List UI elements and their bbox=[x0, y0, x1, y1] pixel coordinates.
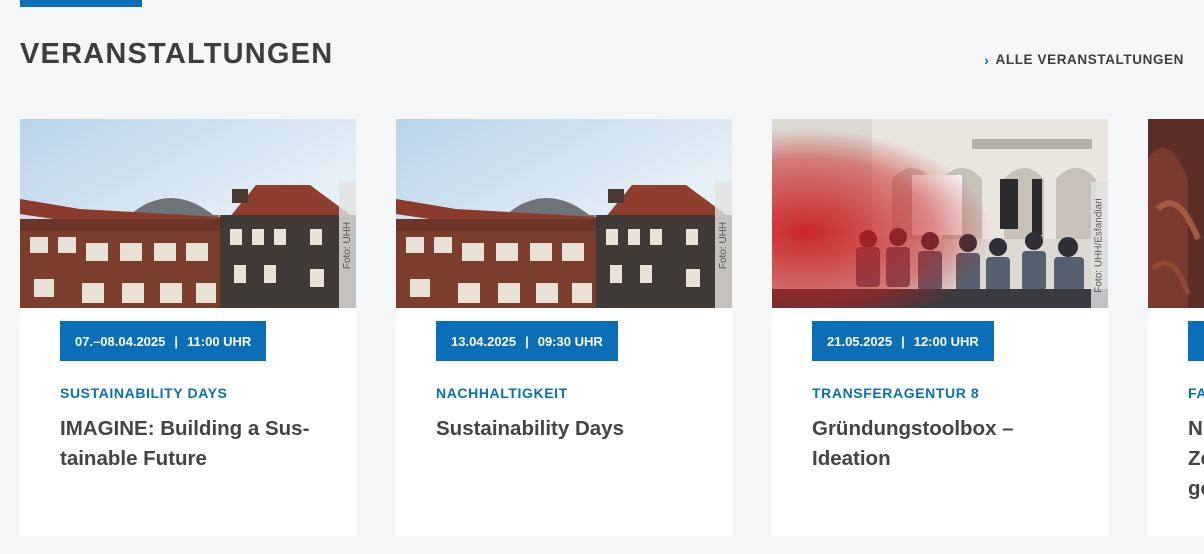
all-events-link-label: ALLE VERANSTALTUNGEN bbox=[995, 52, 1184, 67]
event-date: 21.05.2025 bbox=[827, 333, 893, 349]
event-time: 11:00 UHR bbox=[187, 333, 252, 349]
event-title[interactable]: Gründungstoolbox – Ideation bbox=[812, 414, 1072, 474]
event-date-badge: 21.05.2025 | 12:00 UHR bbox=[812, 321, 994, 361]
separator: | bbox=[901, 333, 905, 349]
event-date-badge bbox=[1188, 321, 1204, 361]
event-image: Foto: UHH bbox=[20, 119, 356, 308]
photo-credit: Foto: UHH bbox=[715, 182, 732, 308]
event-category: TRANSFERAGENTUR 8 bbox=[812, 385, 980, 401]
event-date-badge: 13.04.2025 | 09:30 UHR bbox=[436, 321, 618, 361]
event-image: Foto: UHH/Esfandiari bbox=[772, 119, 1108, 308]
event-card[interactable]: FA N Ze ge bbox=[1148, 119, 1204, 536]
event-image: Foto: UHH bbox=[396, 119, 732, 308]
separator: | bbox=[525, 333, 529, 349]
event-date-badge: 07.–08.04.2025 | 11:00 UHR bbox=[60, 321, 267, 361]
event-time: 09:30 UHR bbox=[537, 333, 603, 349]
section-title: VERANSTALTUNGEN bbox=[20, 38, 334, 70]
event-image bbox=[1148, 119, 1204, 308]
all-events-link[interactable]: › ALLE VERANSTALTUNGEN bbox=[984, 52, 1184, 67]
event-card[interactable]: Foto: UHH 13.04.2025 | 09:30 UHR NACHHAL… bbox=[396, 119, 732, 536]
event-card[interactable]: Foto: UHH/Esfandiari 21.05.2025 | 12:00 … bbox=[772, 119, 1108, 536]
section-accent-bar bbox=[20, 0, 142, 7]
event-time: 12:00 UHR bbox=[913, 333, 979, 349]
event-carousel: Foto: UHH 07.–08.04.2025 | 11:00 UHR SUS… bbox=[20, 119, 1204, 536]
event-category: NACHHALTIGKEIT bbox=[436, 385, 568, 401]
event-card[interactable]: Foto: UHH 07.–08.04.2025 | 11:00 UHR SUS… bbox=[20, 119, 356, 536]
separator: | bbox=[174, 333, 179, 349]
event-title[interactable]: Sustainability Days bbox=[436, 414, 696, 444]
event-category: SUSTAINABILITY DAYS bbox=[60, 385, 228, 401]
event-date: 13.04.2025 bbox=[451, 333, 517, 349]
photo-credit: Foto: UHH bbox=[339, 182, 356, 308]
photo-credit: Foto: UHH/Esfandiari bbox=[1091, 182, 1108, 308]
event-category: FA bbox=[1188, 385, 1204, 401]
event-title[interactable]: N Ze ge bbox=[1188, 414, 1204, 504]
event-date: 07.–08.04.2025 bbox=[75, 333, 166, 349]
event-title[interactable]: IMAGINE: Building a Sus­tainable Future bbox=[60, 414, 320, 474]
chevron-right-icon: › bbox=[984, 51, 990, 68]
